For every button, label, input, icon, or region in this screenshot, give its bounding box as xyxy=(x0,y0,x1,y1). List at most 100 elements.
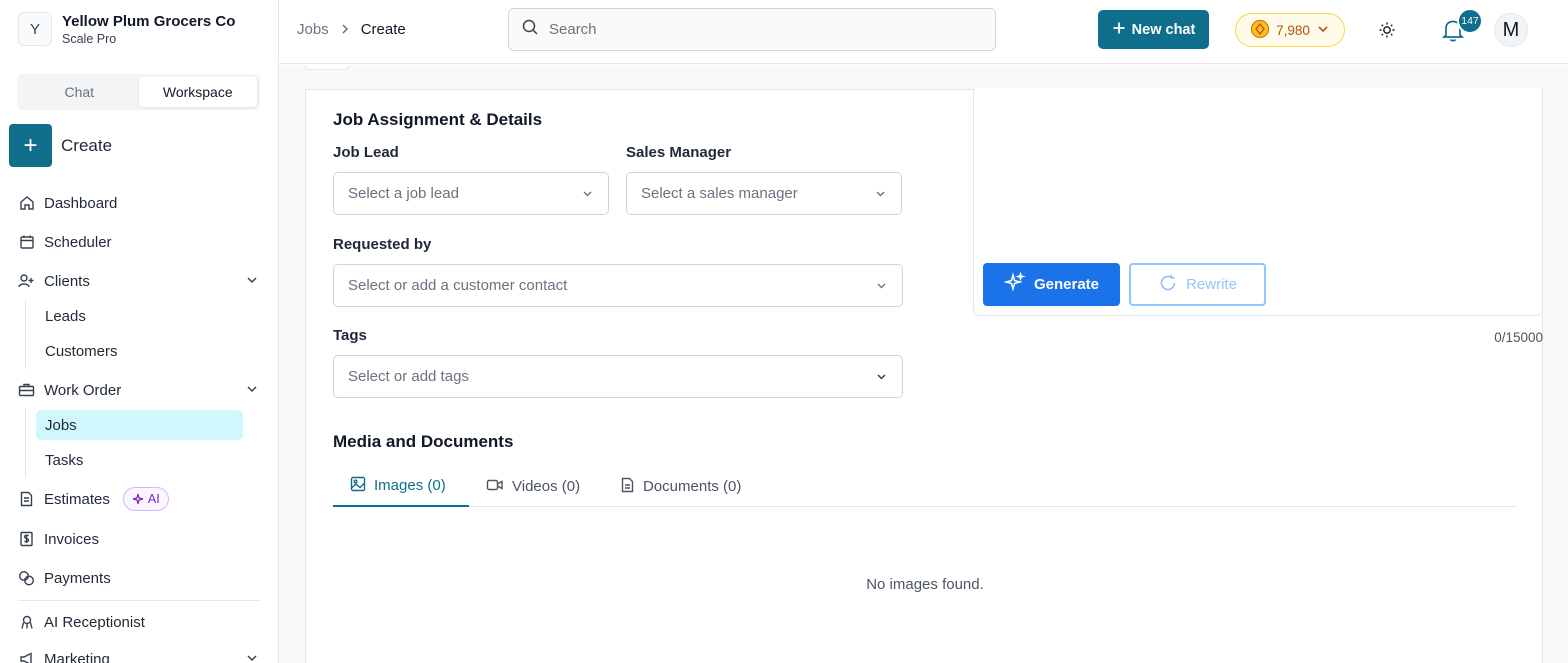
sidebar-item-label: Marketing xyxy=(44,650,110,663)
dollar-doc-icon xyxy=(18,531,35,548)
sidebar-item-clients[interactable]: Clients xyxy=(18,266,261,296)
refresh-icon xyxy=(1158,273,1178,297)
sparkle-icon xyxy=(1003,271,1026,298)
job-lead-label: Job Lead xyxy=(333,144,399,161)
ai-description-panel: Generate Rewrite xyxy=(973,88,1543,316)
ai-badge: AI xyxy=(122,487,169,511)
notification-badge: 147 xyxy=(1457,8,1483,34)
sidebar-item-ai-receptionist[interactable]: AI Receptionist xyxy=(18,607,261,637)
chevron-right-icon xyxy=(339,22,351,38)
sidebar-item-payments[interactable]: Payments xyxy=(18,563,261,593)
sparkle-icon xyxy=(132,493,144,505)
chevron-down-icon xyxy=(874,187,887,204)
chevron-down-icon[interactable] xyxy=(245,382,259,400)
org-plan: Scale Pro xyxy=(62,31,117,46)
section-title: Job Assignment & Details xyxy=(333,110,543,129)
sidebar-item-tasks[interactable]: Tasks xyxy=(36,445,243,475)
sidebar: Y Yellow Plum Grocers Co Scale Pro Chat … xyxy=(0,0,279,663)
breadcrumb-create: Create xyxy=(360,21,406,38)
chevron-down-icon xyxy=(1316,22,1330,39)
credits-dropdown[interactable]: 7,980 xyxy=(1235,13,1345,47)
tab-images-label: Images (0) xyxy=(374,477,446,494)
calendar-icon xyxy=(18,234,35,251)
sidebar-item-work-order[interactable]: Work Order xyxy=(18,375,261,405)
empty-state-message: No images found. xyxy=(866,576,984,593)
chevron-down-icon xyxy=(581,187,594,204)
sidebar-item-label: Dashboard xyxy=(44,194,118,212)
home-icon xyxy=(18,195,35,212)
image-icon xyxy=(350,476,366,496)
org-switcher[interactable]: Y Yellow Plum Grocers Co Scale Pro xyxy=(18,12,235,46)
sidebar-item-marketing[interactable]: Marketing xyxy=(18,644,261,663)
document-icon xyxy=(18,491,35,508)
sidebar-item-label: Scheduler xyxy=(44,233,112,251)
tab-workspace[interactable]: Workspace xyxy=(138,77,257,107)
job-form-card: Job Assignment & Details Job Lead Select… xyxy=(305,88,1543,663)
credits-value: 7,980 xyxy=(1276,22,1310,38)
chevron-down-icon[interactable] xyxy=(245,273,259,291)
submenu-guide xyxy=(25,299,26,369)
sidebar-item-label: Work Order xyxy=(44,381,122,399)
user-avatar[interactable]: M xyxy=(1494,13,1528,47)
sidebar-item-scheduler[interactable]: Scheduler xyxy=(18,227,261,257)
tags-select[interactable]: Select or add tags xyxy=(333,355,903,398)
sidebar-item-label: AI Receptionist xyxy=(44,613,145,631)
media-tabs: Images (0) Videos (0) Documents (0) xyxy=(333,466,1517,507)
sales-manager-label: Sales Manager xyxy=(626,144,732,161)
plus-icon: + xyxy=(9,124,52,167)
requested-by-placeholder: Select or add a customer contact xyxy=(348,277,568,294)
new-chat-label: New chat xyxy=(1131,21,1196,38)
generate-button[interactable]: Generate xyxy=(983,263,1120,306)
sidebar-item-label: Clients xyxy=(44,272,90,290)
job-lead-placeholder: Select a job lead xyxy=(348,185,459,202)
generate-label: Generate xyxy=(1033,276,1100,293)
main-content: Job Assignment & Details Job Lead Select… xyxy=(279,65,1568,663)
tab-videos-label: Videos (0) xyxy=(512,478,581,495)
org-name: Yellow Plum Grocers Co xyxy=(62,12,236,30)
tab-videos[interactable]: Videos (0) xyxy=(469,466,597,507)
sidebar-item-jobs[interactable]: Jobs xyxy=(36,410,243,440)
sidebar-item-invoices[interactable]: Invoices xyxy=(18,524,261,554)
tab-documents[interactable]: Documents (0) xyxy=(603,466,758,507)
requested-by-select[interactable]: Select or add a customer contact xyxy=(333,264,903,307)
sun-icon[interactable] xyxy=(1375,18,1399,42)
create-label: Create xyxy=(61,135,113,155)
search-box xyxy=(508,8,996,51)
sidebar-item-dashboard[interactable]: Dashboard xyxy=(18,188,261,218)
sales-manager-select[interactable]: Select a sales manager xyxy=(626,172,902,215)
search-icon xyxy=(521,18,539,41)
submenu-guide xyxy=(25,408,26,478)
chevron-down-icon xyxy=(875,279,888,296)
tab-images[interactable]: Images (0) xyxy=(333,466,469,507)
search-input[interactable] xyxy=(549,21,969,38)
chevron-down-icon[interactable] xyxy=(245,651,259,663)
coins-icon xyxy=(18,570,35,587)
briefcase-icon xyxy=(18,382,35,399)
receptionist-icon xyxy=(18,614,35,631)
rewrite-label: Rewrite xyxy=(1186,276,1237,293)
sidebar-item-estimates[interactable]: Estimates AI xyxy=(18,484,261,514)
top-bar: Jobs Create New chat 7,980 147 M xyxy=(279,0,1568,64)
megaphone-icon xyxy=(18,651,35,663)
chevron-down-icon xyxy=(875,370,888,387)
mode-toggle: Chat Workspace xyxy=(17,74,260,110)
requested-by-label: Requested by xyxy=(333,236,432,253)
new-chat-button[interactable]: New chat xyxy=(1098,10,1209,49)
sidebar-item-leads[interactable]: Leads xyxy=(36,301,243,331)
tags-label: Tags xyxy=(333,327,367,344)
create-button[interactable]: + Create xyxy=(9,124,112,167)
video-icon xyxy=(486,477,504,497)
tab-chat[interactable]: Chat xyxy=(20,77,139,107)
sidebar-item-customers[interactable]: Customers xyxy=(36,336,243,366)
file-icon xyxy=(620,477,635,497)
media-section-title: Media and Documents xyxy=(333,432,514,451)
sidebar-item-label: Invoices xyxy=(44,530,100,548)
job-lead-select[interactable]: Select a job lead xyxy=(333,172,609,215)
character-counter: 0/15000 xyxy=(1494,330,1543,345)
sidebar-item-label: Payments xyxy=(44,569,111,587)
user-plus-icon xyxy=(18,273,35,290)
breadcrumb-jobs[interactable]: Jobs xyxy=(297,21,329,38)
tags-placeholder: Select or add tags xyxy=(348,368,469,385)
rewrite-button[interactable]: Rewrite xyxy=(1129,263,1266,306)
sidebar-item-label: Estimates xyxy=(44,490,110,508)
